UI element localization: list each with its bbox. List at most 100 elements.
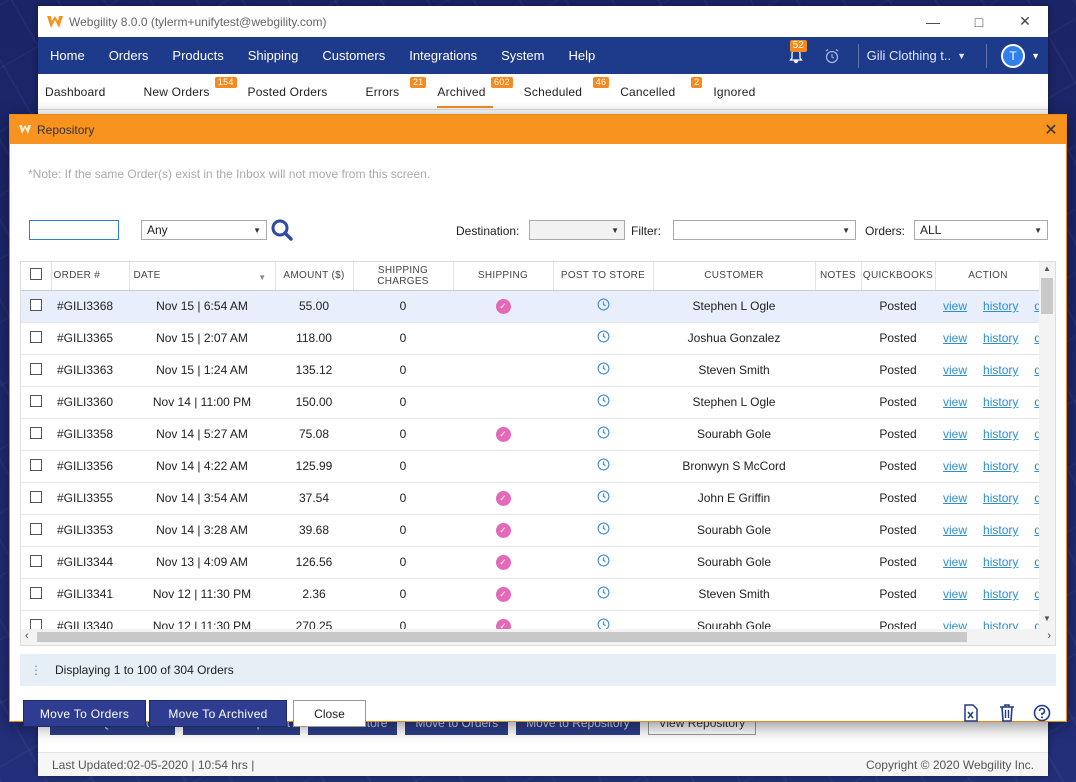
view-link[interactable]: view — [943, 491, 967, 505]
orders-select[interactable]: ALL ▼ — [914, 220, 1048, 240]
nav-help[interactable]: Help — [556, 37, 607, 74]
column-header-post-to-store[interactable]: POST TO STORE — [553, 262, 654, 291]
order-search-input[interactable] — [29, 220, 119, 240]
minimize-icon[interactable]: — — [910, 6, 956, 37]
view-link[interactable]: view — [943, 299, 967, 313]
help-button[interactable] — [1032, 703, 1052, 723]
tab-archived[interactable]: Archived 602 — [430, 74, 513, 110]
view-link[interactable]: view — [943, 587, 967, 601]
nav-shipping[interactable]: Shipping — [236, 37, 311, 74]
table-row[interactable]: #GILI3365 Nov 15 | 2:07 AM 118.00 0 Josh… — [21, 322, 1041, 355]
nav-orders[interactable]: Orders — [97, 37, 161, 74]
move-to-orders-button[interactable]: Move To Orders — [23, 700, 146, 727]
table-row[interactable]: #GILI3358 Nov 14 | 5:27 AM 75.08 0 ✓ Sou… — [21, 418, 1041, 451]
table-row[interactable]: #GILI3360 Nov 14 | 11:00 PM 150.00 0 Ste… — [21, 386, 1041, 419]
nav-system[interactable]: System — [489, 37, 556, 74]
chevron-down-icon[interactable]: ▼ — [1031, 51, 1040, 61]
table-row[interactable]: #GILI3368 Nov 15 | 6:54 AM 55.00 0 ✓ Ste… — [21, 290, 1041, 323]
history-link[interactable]: history — [983, 363, 1018, 377]
row-checkbox[interactable] — [30, 330, 42, 343]
row-checkbox[interactable] — [30, 458, 42, 471]
export-excel-button[interactable] — [961, 703, 981, 723]
column-header-amount[interactable]: AMOUNT ($) — [275, 262, 354, 291]
tab-scheduled[interactable]: Scheduled 46 — [517, 74, 610, 110]
row-checkbox[interactable] — [30, 394, 42, 407]
history-link[interactable]: history — [983, 523, 1018, 537]
history-link[interactable]: history — [983, 459, 1018, 473]
maximize-icon[interactable]: □ — [956, 6, 1002, 37]
row-checkbox[interactable] — [30, 522, 42, 535]
table-row[interactable]: #GILI3341 Nov 12 | 11:30 PM 2.36 0 ✓ Ste… — [21, 578, 1041, 611]
search-icon[interactable] — [270, 218, 294, 242]
scroll-right-icon[interactable]: › — [1047, 630, 1051, 642]
history-link[interactable]: history — [983, 491, 1018, 505]
row-checkbox[interactable] — [30, 426, 42, 439]
column-header-customer[interactable]: CUSTOMER — [653, 262, 816, 291]
close-window-icon[interactable]: ✕ — [1002, 6, 1048, 37]
tab-ignored[interactable]: Ignored — [706, 74, 762, 110]
column-header-shipping[interactable]: SHIPPING — [453, 262, 554, 291]
any-select[interactable]: Any ▼ — [141, 220, 267, 240]
user-avatar[interactable]: T — [1001, 43, 1026, 68]
column-header-shipping-charges[interactable]: SHIPPING CHARGES — [353, 262, 454, 291]
column-header-notes[interactable]: NOTES — [815, 262, 862, 291]
column-header-order[interactable]: ORDER # — [51, 262, 130, 291]
view-link[interactable]: view — [943, 555, 967, 569]
tab-dashboard[interactable]: Dashboard — [38, 74, 113, 110]
history-link[interactable]: history — [983, 587, 1018, 601]
select-all-checkbox[interactable] — [29, 268, 42, 281]
row-checkbox[interactable] — [30, 586, 42, 599]
table-row[interactable]: #GILI3363 Nov 15 | 1:24 AM 135.12 0 Stev… — [21, 354, 1041, 387]
vertical-scrollbar[interactable]: ▲ ▼ — [1039, 262, 1055, 630]
alarm-clock-button[interactable] — [814, 48, 850, 64]
vertical-scroll-thumb[interactable] — [1041, 278, 1053, 314]
history-link[interactable]: history — [983, 555, 1018, 569]
column-header-quickbooks[interactable]: QUICKBOOKS — [861, 262, 936, 291]
destination-select[interactable]: ▼ — [529, 220, 625, 240]
table-row[interactable]: #GILI3353 Nov 14 | 3:28 AM 39.68 0 ✓ Sou… — [21, 514, 1041, 547]
filter-select[interactable]: ▼ — [673, 220, 856, 240]
view-link[interactable]: view — [943, 523, 967, 537]
table-row[interactable]: #GILI3356 Nov 14 | 4:22 AM 125.99 0 Bron… — [21, 450, 1041, 483]
tab-errors[interactable]: Errors 21 — [359, 74, 427, 110]
close-icon[interactable]: ✕ — [1036, 115, 1066, 144]
nav-home[interactable]: Home — [38, 37, 97, 74]
horizontal-scroll-thumb[interactable] — [37, 632, 967, 642]
nav-integrations[interactable]: Integrations — [397, 37, 489, 74]
horizontal-scrollbar[interactable]: ‹ › — [21, 629, 1055, 645]
scroll-up-icon[interactable]: ▲ — [1039, 264, 1055, 278]
notifications-button[interactable]: 52 — [778, 37, 814, 74]
table-row[interactable]: #GILI3344 Nov 13 | 4:09 AM 126.56 0 ✓ So… — [21, 546, 1041, 579]
nav-customers[interactable]: Customers — [310, 37, 397, 74]
close-button[interactable]: Close — [293, 700, 366, 727]
row-checkbox[interactable] — [30, 554, 42, 567]
view-link[interactable]: view — [943, 427, 967, 441]
row-checkbox[interactable] — [30, 490, 42, 503]
tab-new-orders[interactable]: New Orders 154 — [137, 74, 237, 110]
view-link[interactable]: view — [943, 459, 967, 473]
alarm-clock-icon — [825, 48, 838, 63]
tab-posted-orders[interactable]: Posted Orders — [241, 74, 335, 110]
table-row[interactable]: #GILI3355 Nov 14 | 3:54 AM 37.54 0 ✓ Joh… — [21, 482, 1041, 515]
store-selector[interactable]: Gili Clothing t.. ▼ — [867, 48, 978, 63]
tab-cancelled[interactable]: Cancelled 2 — [613, 74, 703, 110]
column-header-date[interactable]: DATE ▼ — [129, 262, 276, 291]
scroll-down-icon[interactable]: ▼ — [1039, 614, 1055, 628]
view-link[interactable]: view — [943, 363, 967, 377]
shipping-charges-cell: 0 — [353, 482, 453, 515]
drag-handle-icon[interactable]: ⋮ — [30, 663, 42, 677]
row-checkbox[interactable] — [30, 362, 42, 375]
history-link[interactable]: history — [983, 395, 1018, 409]
row-checkbox[interactable] — [30, 298, 42, 311]
history-link[interactable]: history — [983, 331, 1018, 345]
tab-label: Errors — [365, 84, 400, 99]
nav-products[interactable]: Products — [160, 37, 235, 74]
store-selector-label: Gili Clothing t.. — [866, 48, 952, 63]
scroll-left-icon[interactable]: ‹ — [25, 630, 29, 642]
view-link[interactable]: view — [943, 331, 967, 345]
history-link[interactable]: history — [983, 299, 1018, 313]
delete-button[interactable] — [997, 703, 1017, 723]
view-link[interactable]: view — [943, 395, 967, 409]
history-link[interactable]: history — [983, 427, 1018, 441]
move-to-archived-button[interactable]: Move To Archived — [149, 700, 287, 727]
